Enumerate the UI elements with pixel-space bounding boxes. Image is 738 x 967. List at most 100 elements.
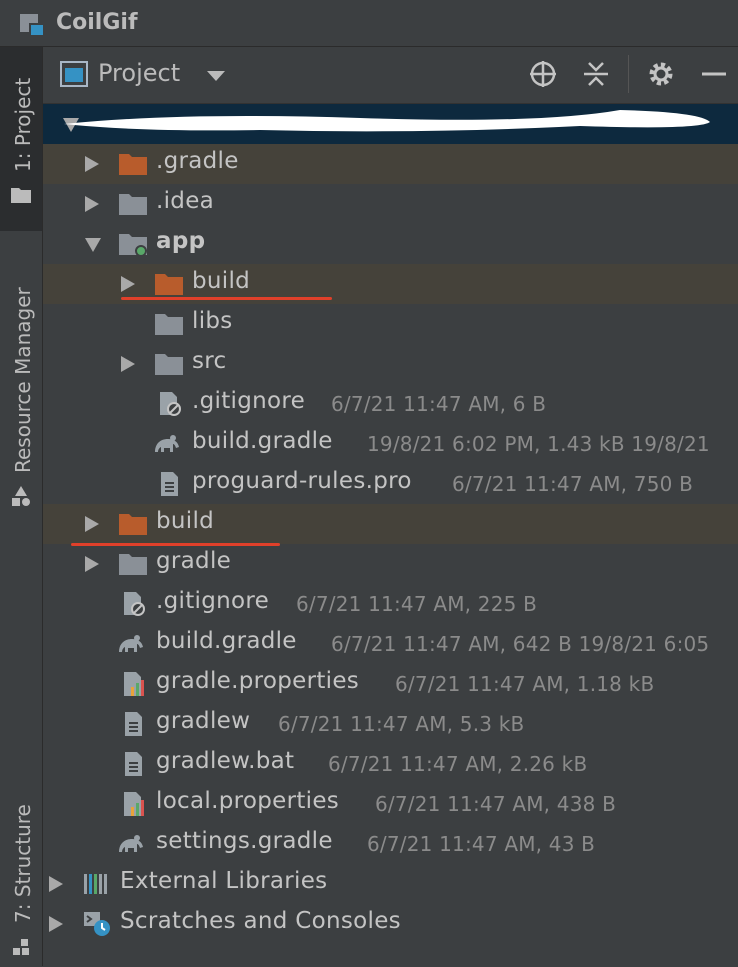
tree-item-label: .idea bbox=[156, 188, 215, 214]
tree-row-app-libs[interactable]: libs bbox=[43, 304, 738, 344]
file-meta: 6/7/21 11:47 AM, 5.3 kB bbox=[278, 712, 525, 736]
left-tool-strip: 1: Project Resource Manager 7: Structure bbox=[0, 47, 43, 966]
tree-item-label: build.gradle bbox=[156, 628, 297, 654]
tree-item-label: local.properties bbox=[156, 788, 340, 814]
file-meta: 6/7/21 11:47 AM, 225 B bbox=[296, 592, 538, 616]
tree-item-label: .gitignore bbox=[156, 588, 270, 614]
tree-row-build[interactable]: build bbox=[43, 504, 738, 544]
hide-panel-icon[interactable] bbox=[698, 59, 728, 89]
expand-arrow-icon[interactable] bbox=[85, 156, 99, 172]
tree-row-local-properties[interactable]: local.properties 6/7/21 11:47 AM, 438 B bbox=[43, 784, 738, 824]
tree-row-idea-dir[interactable]: .idea bbox=[43, 184, 738, 224]
excluded-folder-icon bbox=[155, 274, 183, 295]
gradle-elephant-icon bbox=[119, 835, 143, 852]
expand-arrow-icon[interactable] bbox=[85, 516, 99, 532]
annotation-underline bbox=[121, 297, 332, 300]
tree-row-app-proguard[interactable]: proguard-rules.pro 6/7/21 11:47 AM, 750 … bbox=[43, 464, 738, 504]
tree-row-gradle-dir[interactable]: .gradle bbox=[43, 144, 738, 184]
collapse-all-icon[interactable] bbox=[581, 59, 611, 89]
tree-item-label: gradlew bbox=[156, 708, 251, 734]
tree-row-gitignore[interactable]: .gitignore 6/7/21 11:47 AM, 225 B bbox=[43, 584, 738, 624]
properties-file-icon bbox=[124, 792, 144, 816]
gradle-elephant-icon bbox=[119, 635, 143, 652]
view-selector-label[interactable]: Project bbox=[98, 59, 180, 87]
tree-row-external-libraries[interactable]: External Libraries bbox=[43, 864, 738, 904]
folder-icon bbox=[119, 194, 147, 215]
gradle-elephant-icon bbox=[155, 435, 179, 452]
tree-item-label: gradle bbox=[156, 548, 232, 574]
resource-manager-icon bbox=[12, 486, 30, 506]
project-panel-header: Project bbox=[43, 47, 738, 104]
project-icon bbox=[20, 14, 45, 37]
file-meta: 6/7/21 11:47 AM, 6 B bbox=[331, 392, 547, 416]
project-view-icon bbox=[60, 61, 88, 87]
text-file-icon bbox=[161, 472, 178, 496]
scratches-icon bbox=[84, 912, 110, 936]
library-icon bbox=[84, 874, 107, 894]
tree-item-label: settings.gradle bbox=[156, 828, 333, 854]
expand-arrow-icon[interactable] bbox=[85, 556, 99, 572]
tree-item-label: gradle.properties bbox=[156, 668, 360, 694]
file-meta: 6/7/21 11:47 AM, 1.18 kB bbox=[395, 672, 655, 696]
excluded-folder-icon bbox=[119, 514, 147, 535]
tab-resource-manager[interactable]: Resource Manager bbox=[0, 247, 42, 517]
file-meta: 6/7/21 11:47 AM, 750 B bbox=[452, 472, 694, 496]
ignored-file-icon bbox=[160, 392, 181, 416]
structure-icon bbox=[13, 939, 29, 955]
module-folder-icon bbox=[119, 234, 147, 256]
tree-item-label: app bbox=[156, 228, 206, 254]
tree-row-gradlew-bat[interactable]: gradlew.bat 6/7/21 11:47 AM, 2.26 kB bbox=[43, 744, 738, 784]
tree-item-label: build.gradle bbox=[192, 428, 333, 454]
tree-row-gradlew[interactable]: gradlew 6/7/21 11:47 AM, 5.3 kB bbox=[43, 704, 738, 744]
tab-structure-label: 7: Structure bbox=[11, 804, 35, 923]
file-meta: 6/7/21 11:47 AM, 43 B bbox=[367, 832, 596, 856]
project-tree: .gradle .idea app build libs src .gitign… bbox=[43, 104, 738, 966]
locate-icon[interactable] bbox=[528, 59, 558, 89]
tree-item-label: build bbox=[156, 508, 215, 534]
tab-structure[interactable]: 7: Structure bbox=[0, 737, 42, 967]
tab-resource-manager-label: Resource Manager bbox=[11, 287, 35, 473]
tree-row-gradle[interactable]: gradle bbox=[43, 544, 738, 584]
chevron-down-icon[interactable] bbox=[207, 71, 225, 81]
tree-row-app-src[interactable]: src bbox=[43, 344, 738, 384]
file-meta: 6/7/21 11:47 AM, 642 B 19/8/21 6:05 bbox=[331, 632, 710, 656]
ignored-file-icon bbox=[124, 592, 145, 616]
expand-arrow-icon[interactable] bbox=[49, 876, 63, 892]
expand-arrow-icon[interactable] bbox=[121, 276, 135, 292]
folder-icon bbox=[155, 354, 183, 375]
title-bar: CoilGif bbox=[0, 0, 738, 47]
text-file-icon bbox=[125, 752, 142, 776]
tree-item-label: External Libraries bbox=[120, 868, 328, 894]
tree-item-label: .gradle bbox=[156, 148, 239, 174]
tree-row-settings-gradle[interactable]: settings.gradle 6/7/21 11:47 AM, 43 B bbox=[43, 824, 738, 864]
expand-arrow-icon[interactable] bbox=[85, 196, 99, 212]
excluded-folder-icon bbox=[119, 154, 147, 175]
file-meta: 6/7/21 11:47 AM, 438 B bbox=[375, 792, 617, 816]
expand-arrow-icon[interactable] bbox=[85, 238, 101, 252]
tree-row-app-gitignore[interactable]: .gitignore 6/7/21 11:47 AM, 6 B bbox=[43, 384, 738, 424]
tab-project-label: 1: Project bbox=[11, 77, 35, 172]
tree-item-label: proguard-rules.pro bbox=[192, 468, 412, 494]
tab-project[interactable]: 1: Project bbox=[0, 47, 42, 231]
redaction-scribble bbox=[64, 110, 710, 132]
properties-file-icon bbox=[124, 672, 144, 696]
file-meta: 6/7/21 11:47 AM, 2.26 kB bbox=[328, 752, 588, 776]
expand-arrow-icon[interactable] bbox=[49, 916, 63, 932]
gear-icon[interactable] bbox=[646, 59, 676, 89]
tree-row-app-module[interactable]: app bbox=[43, 224, 738, 264]
tree-item-label: Scratches and Consoles bbox=[120, 908, 401, 934]
expand-arrow-icon[interactable] bbox=[121, 356, 135, 372]
tree-item-label: build bbox=[192, 268, 251, 294]
annotation-underline bbox=[71, 543, 280, 546]
tree-item-label: libs bbox=[192, 308, 233, 334]
folder-icon bbox=[11, 188, 31, 203]
tree-item-label: gradlew.bat bbox=[156, 748, 295, 774]
folder-icon bbox=[119, 554, 147, 575]
project-title: CoilGif bbox=[56, 10, 138, 35]
tree-row-build-gradle[interactable]: build.gradle 6/7/21 11:47 AM, 642 B 19/8… bbox=[43, 624, 738, 664]
text-file-icon bbox=[125, 712, 142, 736]
file-meta: 19/8/21 6:02 PM, 1.43 kB 19/8/21 bbox=[367, 432, 710, 456]
tree-row-gradle-properties[interactable]: gradle.properties 6/7/21 11:47 AM, 1.18 … bbox=[43, 664, 738, 704]
tree-row-scratches[interactable]: Scratches and Consoles bbox=[43, 904, 738, 944]
tree-row-app-build-gradle[interactable]: build.gradle 19/8/21 6:02 PM, 1.43 kB 19… bbox=[43, 424, 738, 464]
